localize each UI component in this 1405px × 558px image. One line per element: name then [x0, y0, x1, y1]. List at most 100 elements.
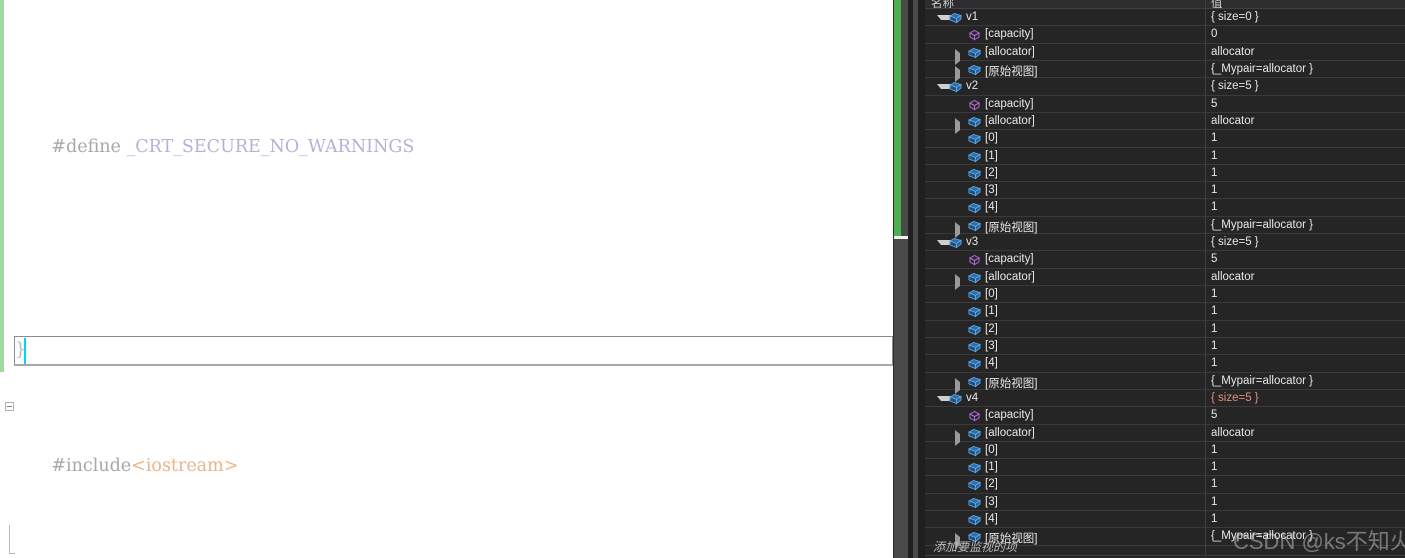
- watch-row[interactable]: [2] 1: [925, 320, 1405, 338]
- watch-row-name[interactable]: v3: [966, 236, 978, 248]
- watch-row-value[interactable]: 5: [1211, 253, 1217, 265]
- watch-row-name[interactable]: [3]: [985, 496, 998, 508]
- watch-row[interactable]: [1] 1: [925, 147, 1405, 165]
- watch-row[interactable]: [1] 1: [925, 459, 1405, 477]
- watch-row-value[interactable]: allocator: [1211, 46, 1254, 58]
- watch-panel[interactable]: 名称 值 v1 { size=0 } [capacity] 0 [allocator] a…: [925, 0, 1405, 558]
- column-header-value[interactable]: 值: [1211, 0, 1223, 8]
- watch-row[interactable]: [1] 1: [925, 303, 1405, 321]
- watch-row[interactable]: [3] 1: [925, 182, 1405, 200]
- watch-row-value[interactable]: 1: [1211, 184, 1217, 196]
- watch-row[interactable]: [原始视图] {_Mypair=allocator }: [925, 60, 1405, 82]
- watch-row-name[interactable]: [0]: [985, 288, 998, 300]
- watch-row-name[interactable]: [1]: [985, 305, 998, 317]
- add-watch-row[interactable]: 添加要监视的项: [925, 535, 1405, 556]
- watch-row-name[interactable]: [capacity]: [985, 28, 1034, 40]
- watch-row-name[interactable]: v2: [966, 80, 978, 92]
- watch-row-value[interactable]: 1: [1211, 201, 1217, 213]
- code-line-include-iostream[interactable]: #include<iostream>: [5, 394, 893, 476]
- watch-row-value[interactable]: {_Mypair=allocator }: [1211, 219, 1313, 231]
- column-divider[interactable]: [1205, 0, 1206, 8]
- watch-row-name[interactable]: [原始视图]: [985, 219, 1037, 235]
- watch-row-name[interactable]: [capacity]: [985, 98, 1034, 110]
- watch-row-value[interactable]: 1: [1211, 132, 1217, 144]
- watch-row-name[interactable]: [allocator]: [985, 271, 1035, 283]
- watch-row-name[interactable]: [4]: [985, 357, 998, 369]
- watch-row[interactable]: v2 { size=5 }: [925, 78, 1405, 96]
- watch-row-name[interactable]: [2]: [985, 478, 998, 490]
- watch-row-name[interactable]: [原始视图]: [985, 375, 1037, 391]
- watch-row-value[interactable]: 1: [1211, 305, 1217, 317]
- watch-row-value[interactable]: { size=5 }: [1211, 392, 1259, 404]
- watch-row-name[interactable]: [allocator]: [985, 46, 1035, 58]
- watch-row-value[interactable]: 1: [1211, 288, 1217, 300]
- watch-row[interactable]: [3] 1: [925, 337, 1405, 356]
- watch-row-name[interactable]: v1: [966, 11, 978, 23]
- watch-row-name[interactable]: [1]: [985, 150, 998, 162]
- watch-row-value[interactable]: { size=5 }: [1211, 236, 1259, 248]
- watch-row-name[interactable]: [原始视图]: [985, 63, 1037, 79]
- add-watch-placeholder[interactable]: 添加要监视的项: [933, 538, 1017, 555]
- watch-row[interactable]: [原始视图] {_Mypair=allocator }: [925, 216, 1405, 238]
- watch-row-name[interactable]: [3]: [985, 340, 998, 352]
- watch-row[interactable]: [allocator] allocator: [925, 268, 1405, 290]
- watch-row-value[interactable]: { size=0 }: [1211, 11, 1259, 23]
- watch-row[interactable]: [4] 1: [925, 355, 1405, 373]
- code-line-include-vector[interactable]: #include<vector>: [9, 525, 893, 558]
- current-line-highlight[interactable]: [14, 336, 893, 366]
- watch-row-name[interactable]: [capacity]: [985, 253, 1034, 265]
- watch-row[interactable]: [2] 1: [925, 476, 1405, 494]
- watch-row[interactable]: [allocator] allocator: [925, 424, 1405, 446]
- watch-row-name[interactable]: v4: [966, 392, 978, 404]
- watch-row[interactable]: [0] 1: [925, 441, 1405, 460]
- watch-row-value[interactable]: 1: [1211, 444, 1217, 456]
- watch-row-value[interactable]: 1: [1211, 496, 1217, 508]
- watch-row[interactable]: [allocator] allocator: [925, 43, 1405, 65]
- watch-row-value[interactable]: allocator: [1211, 427, 1254, 439]
- watch-row-value[interactable]: 1: [1211, 340, 1217, 352]
- column-header-name[interactable]: 名称: [931, 0, 954, 8]
- watch-row-name[interactable]: [0]: [985, 132, 998, 144]
- watch-row-name[interactable]: [3]: [985, 184, 998, 196]
- watch-row-name[interactable]: [4]: [985, 513, 998, 525]
- watch-row[interactable]: [2] 1: [925, 164, 1405, 183]
- glyph-margin[interactable]: [4, 0, 18, 558]
- watch-row-name[interactable]: [0]: [985, 444, 998, 456]
- watch-row[interactable]: v3 { size=5 }: [925, 234, 1405, 252]
- watch-row[interactable]: [0] 1: [925, 286, 1405, 304]
- watch-row-value[interactable]: 1: [1211, 513, 1217, 525]
- watch-row-value[interactable]: allocator: [1211, 115, 1254, 127]
- watch-row-value[interactable]: 1: [1211, 461, 1217, 473]
- watch-row[interactable]: [4] 1: [925, 199, 1405, 217]
- code-line-blank[interactable]: [18, 249, 893, 278]
- watch-row-value[interactable]: {_Mypair=allocator }: [1211, 63, 1313, 75]
- watch-row-value[interactable]: 0: [1211, 28, 1217, 40]
- watch-row-name[interactable]: [2]: [985, 167, 998, 179]
- editor-vertical-scrollbar[interactable]: [893, 0, 925, 558]
- watch-row-value[interactable]: 1: [1211, 357, 1217, 369]
- watch-row-value[interactable]: allocator: [1211, 271, 1254, 283]
- watch-row[interactable]: v4 { size=5 }: [925, 389, 1405, 408]
- watch-row[interactable]: [capacity] 5: [925, 251, 1405, 269]
- watch-row-value[interactable]: 5: [1211, 409, 1217, 421]
- watch-row-name[interactable]: [1]: [985, 461, 998, 473]
- code-editor-pane[interactable]: #define _CRT_SECURE_NO_WARNINGS #include…: [0, 0, 893, 558]
- watch-row-name[interactable]: [capacity]: [985, 409, 1034, 421]
- watch-row[interactable]: [capacity] 5: [925, 95, 1405, 113]
- watch-row[interactable]: [3] 1: [925, 493, 1405, 512]
- watch-row-name[interactable]: [2]: [985, 323, 998, 335]
- fold-toggle-includes-icon[interactable]: [5, 402, 14, 411]
- watch-row-name[interactable]: [4]: [985, 201, 998, 213]
- watch-row-name[interactable]: [allocator]: [985, 115, 1035, 127]
- watch-row-value[interactable]: 1: [1211, 150, 1217, 162]
- watch-row[interactable]: [0] 1: [925, 130, 1405, 148]
- watch-row[interactable]: [原始视图] {_Mypair=allocator }: [925, 372, 1405, 394]
- code-line-define[interactable]: #define _CRT_SECURE_NO_WARNINGS: [18, 104, 893, 157]
- watch-row-name[interactable]: [allocator]: [985, 427, 1035, 439]
- code-text-area[interactable]: #define _CRT_SECURE_NO_WARNINGS #include…: [5, 0, 893, 558]
- watch-row[interactable]: [capacity] 0: [925, 26, 1405, 44]
- watch-row[interactable]: [4] 1: [925, 511, 1405, 529]
- watch-row-value[interactable]: 1: [1211, 323, 1217, 335]
- watch-row-value[interactable]: { size=5 }: [1211, 80, 1259, 92]
- watch-row-value[interactable]: {_Mypair=allocator }: [1211, 375, 1313, 387]
